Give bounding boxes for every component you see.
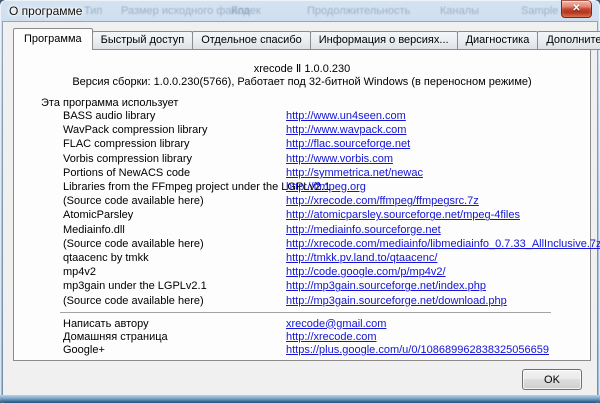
library-row: mp4v2 http://code.google.com/p/mp4v2/ bbox=[63, 265, 584, 279]
library-label: mp3gain under the LGPLv2.1 bbox=[63, 280, 286, 292]
about-dialog: О программе Тип Размер исходного файла К… bbox=[0, 0, 600, 403]
library-label: WavPack compression library bbox=[63, 124, 286, 136]
library-link[interactable]: http://symmetrica.net/newac bbox=[286, 167, 423, 179]
contact-label: Написать автору bbox=[63, 318, 286, 330]
library-link[interactable]: http://www.vorbis.com bbox=[286, 153, 393, 165]
contact-row: Домашняя страница http://xrecode.com bbox=[63, 330, 584, 343]
background-column-header: Размер исходного файла bbox=[121, 5, 250, 17]
tab-label: Быстрый доступ bbox=[101, 34, 185, 46]
tab-3[interactable]: Информация о версиях... bbox=[310, 31, 458, 50]
tab-4[interactable]: Диагностика bbox=[457, 31, 539, 50]
library-row: (Source code available here) http://xrec… bbox=[63, 237, 584, 251]
library-row: AtomicParsley http://atomicparsley.sourc… bbox=[63, 208, 584, 222]
contact-row: Google+ https://plus.google.com/u/0/1086… bbox=[63, 343, 584, 356]
library-link[interactable]: http://mediainfo.sourceforge.net bbox=[286, 224, 441, 236]
library-label: AtomicParsley bbox=[63, 209, 286, 221]
build-info: Версия сборки: 1.0.0.230(5766), Работает… bbox=[14, 76, 590, 88]
tab-label: Отдельное спасибо bbox=[201, 34, 302, 46]
ok-button[interactable]: OK bbox=[522, 369, 582, 390]
tab-label: Дополнительно bbox=[546, 34, 600, 46]
library-row: (Source code available here) http://mp3g… bbox=[63, 293, 584, 307]
library-row: WavPack compression library http://www.w… bbox=[63, 123, 584, 137]
library-link[interactable]: http://www.wavpack.com bbox=[286, 124, 406, 136]
library-label: Portions of NewACS code bbox=[63, 167, 286, 179]
library-label: (Source code available here) bbox=[63, 195, 286, 207]
close-icon: ✕ bbox=[572, 3, 580, 14]
library-row: BASS audio library http://www.un4seen.co… bbox=[63, 109, 584, 123]
library-row: FLAC compression library http://flac.sou… bbox=[63, 137, 584, 151]
close-button[interactable]: ✕ bbox=[561, 0, 592, 18]
background-column-header: Продолжительность bbox=[307, 5, 410, 17]
library-row: Vorbis compression library http://www.vo… bbox=[63, 152, 584, 166]
contact-label: Домашняя страница bbox=[63, 331, 286, 343]
library-row: Portions of NewACS code http://symmetric… bbox=[63, 166, 584, 180]
contact-link[interactable]: https://plus.google.com/u/0/108689962838… bbox=[286, 344, 549, 356]
library-row: Mediainfo.dll http://mediainfo.sourcefor… bbox=[63, 223, 584, 237]
background-column-header: Кодек bbox=[231, 5, 261, 17]
tab-label: Информация о версиях... bbox=[319, 34, 449, 46]
background-column-header: Тип bbox=[84, 5, 102, 17]
background-column-header: Каналы bbox=[440, 5, 479, 17]
library-label: qtaacenc by tmkk bbox=[63, 252, 286, 264]
library-label: BASS audio library bbox=[63, 110, 286, 122]
tab-5[interactable]: Дополнительно bbox=[537, 31, 600, 50]
library-label: Vorbis compression library bbox=[63, 153, 286, 165]
library-link[interactable]: http://tmkk.pv.land.to/qtaacenc/ bbox=[286, 252, 437, 264]
library-link[interactable]: http://flac.sourceforge.net bbox=[286, 138, 410, 150]
contact-link[interactable]: http://xrecode.com bbox=[286, 331, 377, 343]
library-link[interactable]: http://www.un4seen.com bbox=[286, 110, 406, 122]
library-link[interactable]: http://xrecode.com/ffmpeg/ffmpegsrc.7z bbox=[286, 195, 479, 207]
tab-label: Программа bbox=[24, 33, 82, 45]
library-link[interactable]: http://mp3gain.sourceforge.net/index.php bbox=[286, 280, 486, 292]
contact-list: Написать автору xrecode@gmail.com Домашн… bbox=[63, 317, 584, 357]
library-row: mp3gain under the LGPLv2.1 http://mp3gai… bbox=[63, 279, 584, 293]
contact-label: Google+ bbox=[63, 344, 286, 356]
contact-link[interactable]: xrecode@gmail.com bbox=[286, 318, 386, 330]
separator-line bbox=[60, 312, 551, 313]
library-row: (Source code available here) http://xrec… bbox=[63, 194, 584, 208]
library-label: (Source code available here) bbox=[63, 238, 286, 250]
library-link[interactable]: http://code.google.com/p/mp4v2/ bbox=[286, 266, 446, 278]
uses-heading: Эта программа использует bbox=[41, 97, 178, 109]
titlebar[interactable]: О программе Тип Размер исходного файла К… bbox=[0, 0, 600, 22]
tab-2[interactable]: Отдельное спасибо bbox=[192, 31, 311, 50]
library-list: BASS audio library http://www.un4seen.co… bbox=[63, 109, 584, 308]
library-row: Libraries from the FFmpeg project under … bbox=[63, 180, 584, 194]
library-link[interactable]: http://mp3gain.sourceforge.net/download.… bbox=[286, 295, 507, 307]
tab-label: Диагностика bbox=[466, 34, 530, 46]
library-label: FLAC compression library bbox=[63, 138, 286, 150]
tab-0[interactable]: Программа bbox=[13, 28, 93, 50]
library-label: (Source code available here) bbox=[63, 295, 286, 307]
library-link[interactable]: http://ffmpeg.org bbox=[286, 181, 366, 193]
library-label: Mediainfo.dll bbox=[63, 224, 286, 236]
library-label: Libraries from the FFmpeg project under … bbox=[63, 181, 286, 193]
contact-row: Написать автору xrecode@gmail.com bbox=[63, 317, 584, 330]
app-title: xrecode Ⅱ 1.0.0.230 bbox=[14, 62, 590, 75]
tab-bar: Программа Быстрый доступ Отдельное спаси… bbox=[13, 28, 600, 50]
library-row: qtaacenc by tmkk http://tmkk.pv.land.to/… bbox=[63, 251, 584, 265]
library-link[interactable]: http://xrecode.com/mediainfo/libmediainf… bbox=[286, 238, 600, 250]
tab-1[interactable]: Быстрый доступ bbox=[92, 31, 194, 50]
dialog-client-area: Программа Быстрый доступ Отдельное спаси… bbox=[3, 22, 597, 395]
window-title: О программе bbox=[9, 4, 82, 18]
tab-page-program: xrecode Ⅱ 1.0.0.230 Версия сборки: 1.0.0… bbox=[13, 49, 591, 361]
library-link[interactable]: http://atomicparsley.sourceforge.net/mpe… bbox=[286, 209, 520, 221]
library-label: mp4v2 bbox=[63, 266, 286, 278]
window-bottom-border bbox=[0, 395, 600, 403]
